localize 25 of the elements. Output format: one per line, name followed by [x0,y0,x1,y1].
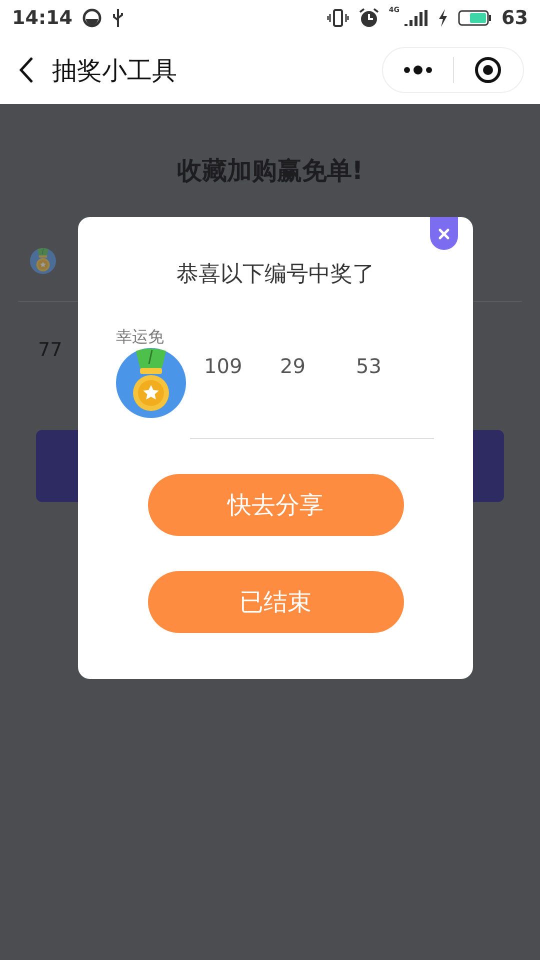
close-target-icon[interactable] [474,56,502,84]
dialog-title: 恭喜以下编号中奖了 [176,261,374,289]
status-app-icon [82,8,102,28]
share-button[interactable]: 快去分享 [148,474,404,536]
back-icon[interactable] [18,56,34,84]
close-button[interactable] [430,217,458,250]
medal-icon [116,348,186,418]
close-icon [438,228,450,240]
winning-number: 29 [280,354,306,380]
status-time: 14:14 [12,7,72,29]
winning-number: 53 [356,354,382,380]
more-icon[interactable] [402,65,433,75]
battery-icon [458,9,492,27]
charging-icon [438,8,448,28]
signal-icon [404,8,428,28]
winning-number: 109 [204,354,244,380]
nav-title: 抽奖小工具 [52,54,177,86]
ended-button[interactable]: 已结束 [148,571,404,633]
prize-label: 幸运免 [116,327,164,348]
alarm-icon [358,8,379,28]
usb-icon [112,8,124,28]
battery-percent: 63 [502,7,528,29]
vibrate-icon [326,8,349,28]
entry-number: 77 [38,339,62,361]
medal-icon [30,248,56,274]
